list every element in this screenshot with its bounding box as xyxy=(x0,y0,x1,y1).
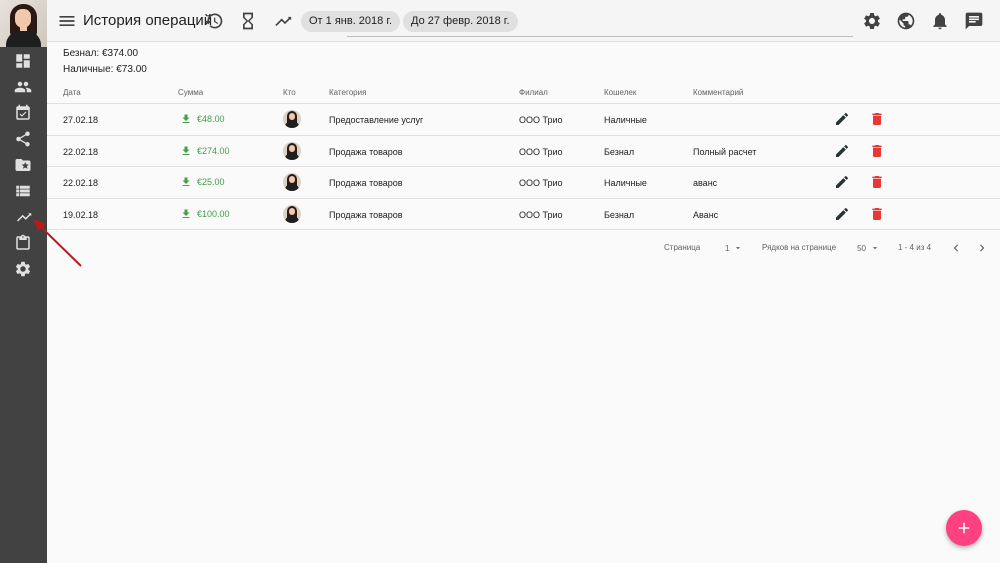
column-header-who[interactable]: Кто xyxy=(283,88,296,97)
page-label: Страница xyxy=(664,243,701,252)
chevron-left-icon[interactable] xyxy=(949,241,963,255)
sidebar xyxy=(0,0,47,563)
row-branch: ООО Трио xyxy=(519,178,563,188)
plus-icon xyxy=(958,522,970,534)
edit-icon[interactable] xyxy=(834,143,850,159)
row-wallet: Безнал xyxy=(604,209,635,220)
row-category: Продажа товаров xyxy=(329,146,403,157)
row-date: 19.02.18 xyxy=(63,209,99,220)
table-row[interactable]: 22.02.18 €25.00 Продажа товаров ООО Трио… xyxy=(47,167,1000,199)
trending-icon[interactable] xyxy=(13,207,33,227)
date-to-chip[interactable]: До 27 февр. 2018 г. xyxy=(403,11,518,32)
row-date: 27.02.18 xyxy=(63,115,99,125)
delete-icon[interactable] xyxy=(869,143,885,159)
table-row[interactable]: 22.02.18 €274.00 Продажа товаров ООО Три… xyxy=(47,136,1000,167)
row-amount-value: €25.00 xyxy=(197,177,225,187)
row-amount-value: €48.00 xyxy=(197,114,225,124)
row-user-avatar[interactable] xyxy=(283,110,301,128)
column-header-amount[interactable]: Сумма xyxy=(178,88,203,97)
rows-per-page-value: 50 xyxy=(857,243,866,253)
edit-icon[interactable] xyxy=(834,111,850,127)
download-icon xyxy=(182,114,190,123)
column-header-branch[interactable]: Филиал xyxy=(519,88,548,97)
people-icon[interactable] xyxy=(13,77,33,97)
summary-cash: Наличные: €73.00 xyxy=(63,64,147,75)
bell-icon[interactable] xyxy=(930,11,950,31)
row-comment: аванс xyxy=(693,178,718,188)
row-date: 22.02.18 xyxy=(63,146,99,157)
download-icon xyxy=(182,209,190,218)
row-wallet: Наличные xyxy=(604,178,647,188)
row-amount: €25.00 xyxy=(180,176,225,188)
trending-icon[interactable] xyxy=(272,11,292,31)
table-row[interactable]: 19.02.18 €100.00 Продажа товаров ООО Три… xyxy=(47,199,1000,230)
table-row[interactable]: 27.02.18 €48.00 Предоставление услуг ООО… xyxy=(47,104,1000,136)
dashboard-icon[interactable] xyxy=(13,51,33,71)
view-list-icon[interactable] xyxy=(13,181,33,201)
rows-per-page-label: Рядков на странице xyxy=(762,243,837,252)
row-category: Продажа товаров xyxy=(329,178,403,188)
dropdown-icon xyxy=(736,247,741,250)
delete-icon[interactable] xyxy=(869,174,885,190)
row-amount-value: €274.00 xyxy=(197,145,230,156)
row-amount: €274.00 xyxy=(180,145,230,157)
row-wallet: Наличные xyxy=(604,115,647,125)
edit-icon[interactable] xyxy=(834,206,850,222)
row-category: Продажа товаров xyxy=(329,209,403,220)
settings-icon[interactable] xyxy=(13,259,33,279)
date-from-chip[interactable]: От 1 янв. 2018 г. xyxy=(301,11,401,32)
dropdown-icon xyxy=(872,247,877,250)
globe-icon[interactable] xyxy=(896,11,916,31)
share-icon[interactable] xyxy=(13,129,33,149)
column-header-date[interactable]: Дата xyxy=(63,88,81,97)
row-amount: €100.00 xyxy=(180,208,230,220)
edit-icon[interactable] xyxy=(834,174,850,190)
column-header-category[interactable]: Категория xyxy=(329,88,366,97)
hourglass-icon[interactable] xyxy=(238,11,258,31)
history-icon[interactable] xyxy=(204,11,224,31)
filter-underline xyxy=(347,36,853,37)
add-operation-button[interactable] xyxy=(946,510,982,546)
column-header-comment[interactable]: Комментарий xyxy=(693,88,743,97)
row-category: Предоставление услуг xyxy=(329,115,424,125)
row-branch: ООО Трио xyxy=(519,115,563,125)
download-icon xyxy=(182,177,190,186)
row-wallet: Безнал xyxy=(604,146,635,157)
folder-special-icon[interactable] xyxy=(13,155,33,175)
summary-non-cash: Безнал: €374.00 xyxy=(63,48,139,59)
rows-per-page-select[interactable]: 50 xyxy=(857,243,880,253)
row-branch: ООО Трио xyxy=(519,209,563,220)
delete-icon[interactable] xyxy=(869,206,885,222)
delete-icon[interactable] xyxy=(869,111,885,127)
row-amount-value: €100.00 xyxy=(197,208,230,219)
table-header: Дата Сумма Кто Категория Филиал Кошелек … xyxy=(47,84,1000,104)
operations-table: Дата Сумма Кто Категория Филиал Кошелек … xyxy=(47,84,1000,230)
page-select-value: 1 xyxy=(725,243,730,253)
row-branch: ООО Трио xyxy=(519,146,563,157)
row-comment: Аванс xyxy=(693,209,719,220)
event-available-icon[interactable] xyxy=(13,103,33,123)
download-icon xyxy=(182,146,190,155)
page-range: 1 - 4 из 4 xyxy=(898,243,932,252)
row-user-avatar[interactable] xyxy=(283,204,301,223)
settings-icon[interactable] xyxy=(862,11,882,31)
page-title: История операций xyxy=(83,12,213,29)
top-bar: История операций От 1 янв. 2018 г. До 27… xyxy=(47,0,1000,42)
chevron-right-icon[interactable] xyxy=(975,241,989,255)
column-header-wallet[interactable]: Кошелек xyxy=(604,88,636,97)
clipboard-icon[interactable] xyxy=(13,233,33,253)
page-select[interactable]: 1 xyxy=(725,243,743,253)
row-date: 22.02.18 xyxy=(63,178,99,188)
row-amount: €48.00 xyxy=(180,113,225,125)
chat-icon[interactable] xyxy=(964,11,984,31)
user-avatar[interactable] xyxy=(0,0,47,47)
row-user-avatar[interactable] xyxy=(283,141,301,160)
menu-icon[interactable] xyxy=(57,11,77,31)
row-comment: Полный расчет xyxy=(693,146,757,157)
row-user-avatar[interactable] xyxy=(283,173,301,191)
